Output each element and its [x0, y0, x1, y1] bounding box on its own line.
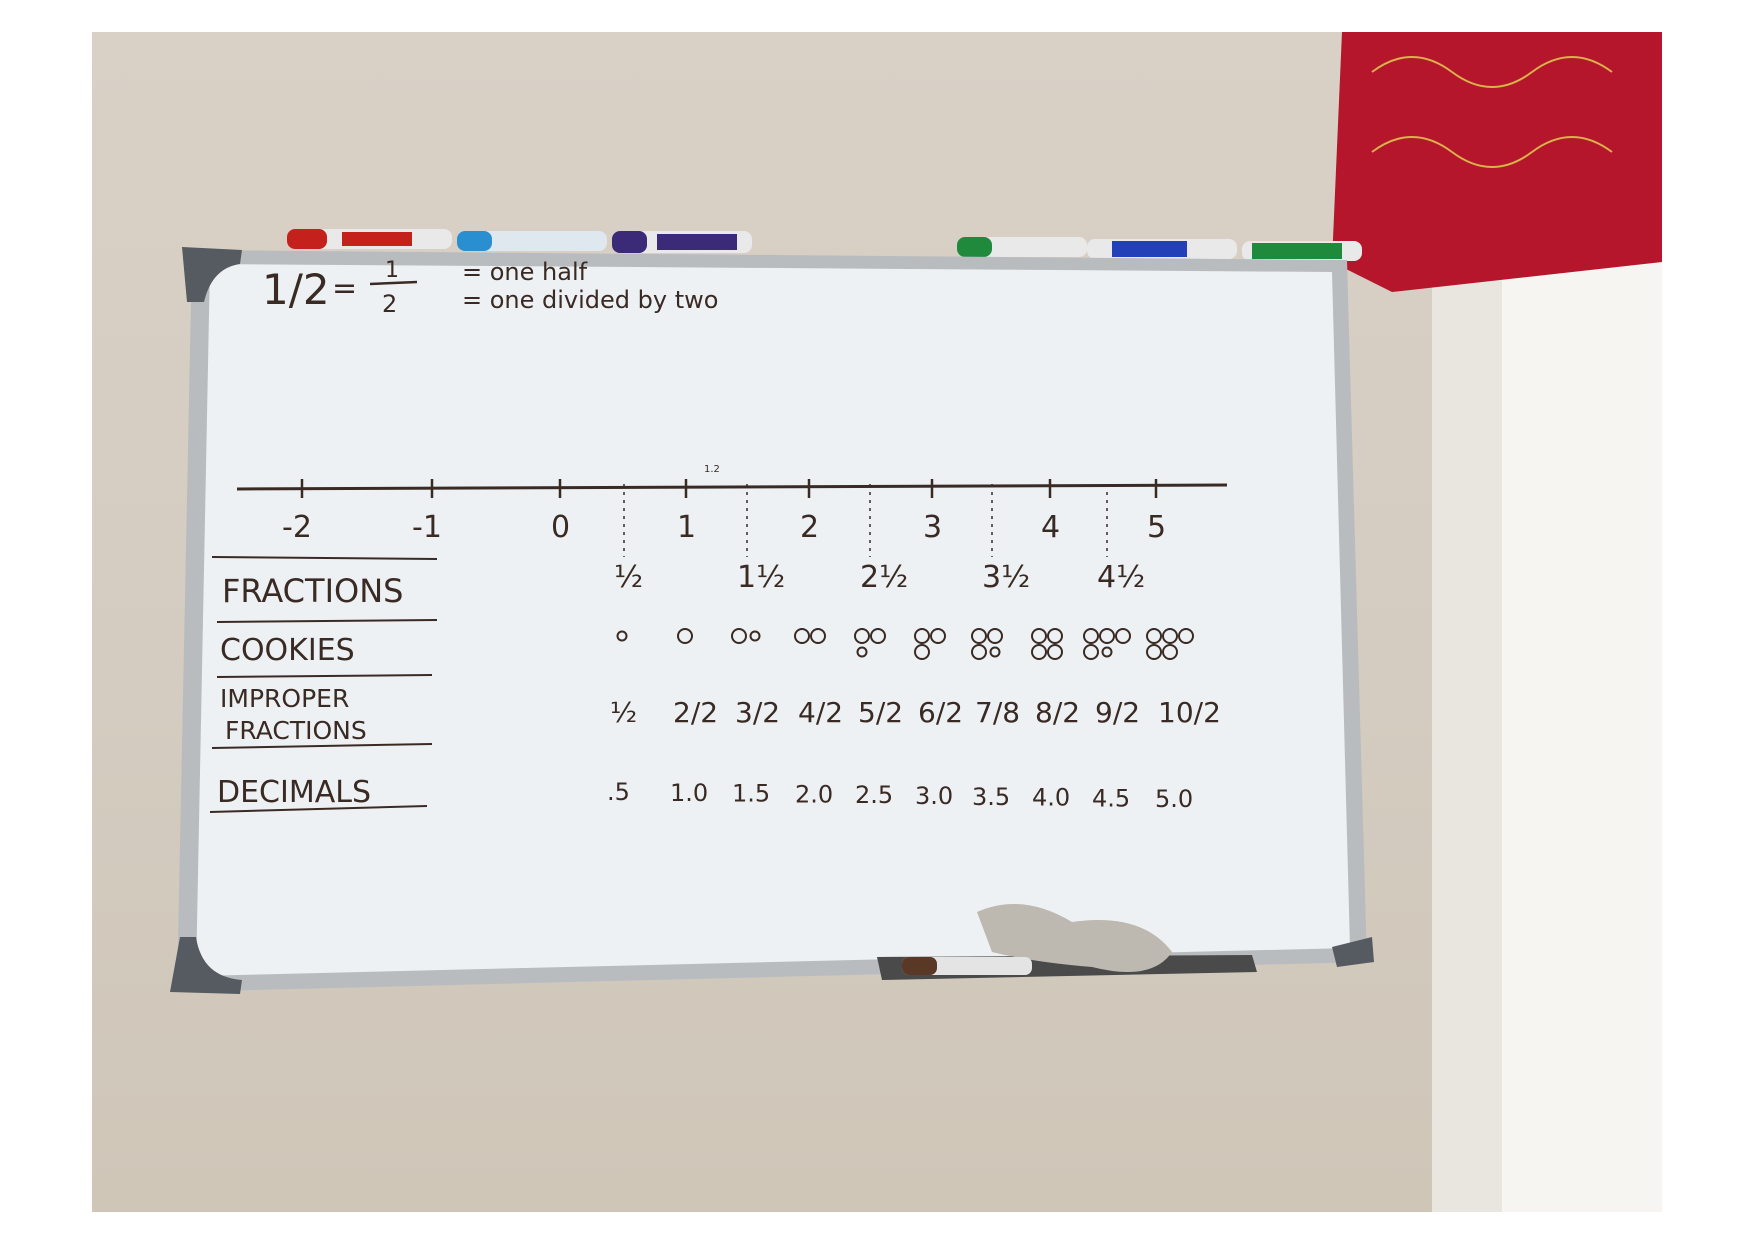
fraction-value: 3½ — [982, 560, 1030, 595]
marker-label — [1252, 243, 1342, 259]
label-improper-line1: IMPROPER — [220, 684, 349, 713]
number-line-label: 1 — [677, 510, 696, 545]
improper-fraction-value: 7/8 — [975, 696, 1020, 729]
label-fractions: FRACTIONS — [222, 572, 403, 610]
eq-lhs: 1/2 — [262, 265, 330, 314]
number-line-label: -2 — [282, 510, 312, 545]
decimal-value: 5.0 — [1155, 785, 1193, 813]
eq-line-2: = one divided by two — [462, 286, 718, 314]
improper-fraction-value: 9/2 — [1095, 696, 1140, 729]
fraction-value: ½ — [614, 560, 643, 595]
marker-cap — [287, 229, 327, 249]
curtain — [1332, 32, 1662, 292]
number-line-mini-label: 1.2 — [704, 464, 720, 475]
number-line-label: 3 — [923, 510, 942, 545]
fraction-value: 4½ — [1097, 560, 1145, 595]
number-line-label: 2 — [800, 510, 819, 545]
decimal-value: 2.0 — [795, 780, 833, 808]
label-decimals: DECIMALS — [217, 775, 371, 810]
number-line-label: -1 — [412, 510, 442, 545]
number-line-label: 4 — [1041, 510, 1060, 545]
improper-fraction-value: 8/2 — [1035, 696, 1080, 729]
decimal-value: 1.5 — [732, 780, 770, 808]
marker-cap — [457, 231, 492, 251]
improper-fraction-value: 4/2 — [798, 696, 843, 729]
label-cookies: COOKIES — [220, 633, 355, 668]
marker-label — [1112, 241, 1187, 257]
decimal-value: 4.5 — [1092, 784, 1130, 812]
decimal-value: 1.0 — [670, 779, 708, 807]
improper-fraction-value: 10/2 — [1158, 696, 1221, 729]
marker-cap — [612, 231, 647, 253]
decimal-value: .5 — [607, 778, 630, 806]
improper-fraction-value: 5/2 — [858, 696, 903, 729]
photo-canvas: 1/2 = 1 2 = one half = one divided by tw… — [170, 32, 1662, 1212]
window-pane — [1502, 192, 1662, 1212]
decimal-value: 3.5 — [972, 783, 1010, 811]
marker-label — [342, 232, 412, 246]
improper-fraction-value: 2/2 — [673, 696, 718, 729]
eq-equals: = — [332, 271, 357, 306]
number-line-label: 0 — [551, 510, 570, 545]
eq-denominator: 2 — [382, 290, 397, 318]
decimal-value: 3.0 — [915, 782, 953, 810]
marker-cap — [957, 237, 992, 257]
eq-line-1: = one half — [462, 258, 588, 286]
decimal-value: 2.5 — [855, 781, 893, 809]
decimal-value: 4.0 — [1032, 784, 1070, 812]
label-improper-line2: FRACTIONS — [225, 716, 367, 745]
fraction-value: 1½ — [737, 560, 785, 595]
improper-fraction-value: 3/2 — [735, 696, 780, 729]
eq-numerator: 1 — [385, 258, 399, 283]
fraction-value: 2½ — [860, 560, 908, 595]
marker-label — [657, 234, 737, 250]
marker-cap — [902, 957, 937, 975]
number-line-label: 5 — [1147, 510, 1166, 545]
whiteboard-photo: 1/2 = 1 2 = one half = one divided by tw… — [92, 32, 1662, 1212]
improper-fraction-value: ½ — [610, 696, 637, 729]
improper-fraction-value: 6/2 — [918, 696, 963, 729]
